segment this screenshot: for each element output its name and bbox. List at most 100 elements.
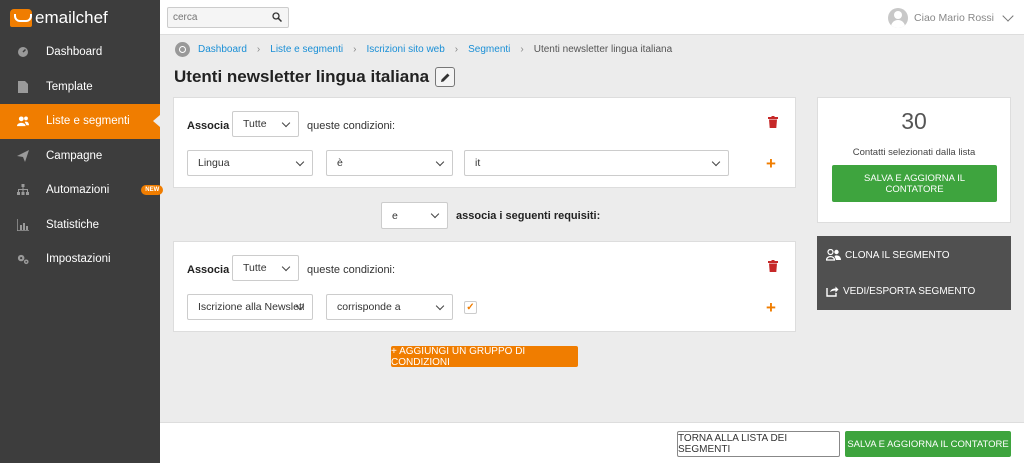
home-icon[interactable]	[175, 41, 190, 57]
value-checkbox[interactable]: ✓	[464, 301, 477, 314]
save-update-counter-label-2: CONTATORE	[885, 183, 944, 195]
connector-select[interactable]: e	[381, 202, 448, 229]
user-menu[interactable]: Ciao Mario Rossi	[888, 7, 1014, 28]
sidebar-item-dashboard[interactable]: Dashboard	[0, 35, 160, 70]
operator-select-value: corrisponde a	[337, 301, 401, 313]
associa-label: Associa	[187, 120, 230, 132]
associa-row: Associa	[187, 120, 229, 132]
sidebar-item-label: Campagne	[46, 149, 103, 162]
sidebar: emailchef Dashboard Template Liste e seg…	[0, 0, 164, 463]
conditions-label: queste condizioni:	[307, 120, 396, 132]
breadcrumb-separator-icon: ›	[353, 43, 357, 55]
pencil-icon	[440, 73, 450, 82]
users-icon	[17, 115, 29, 127]
breadcrumb-liste-e-segmenti[interactable]: Liste e segmenti	[270, 44, 343, 55]
sidebar-item-statistiche[interactable]: Statistiche	[0, 208, 160, 243]
condition-group-1: Associa Tutte queste condizioni: Lingua …	[173, 97, 796, 188]
document-icon	[17, 80, 29, 93]
logo[interactable]: emailchef	[0, 0, 160, 35]
field-select[interactable]: Iscrizione alla Newslette	[187, 294, 313, 320]
sidebar-item-template[interactable]: Template	[0, 70, 160, 105]
match-select-value: Tutte	[243, 262, 267, 274]
save-update-counter-button[interactable]: SALVA E AGGIORNA IL CONTATORE	[832, 165, 997, 202]
value-select[interactable]: it	[464, 150, 729, 176]
contacts-counter-card: 30 Contatti selezionati dalla lista SALV…	[817, 97, 1011, 223]
new-badge: NEW	[141, 185, 164, 196]
sidebar-item-label: Impostazioni	[46, 253, 111, 266]
gears-icon	[17, 253, 29, 265]
bar-chart-icon	[17, 218, 29, 231]
breadcrumb-dashboard[interactable]: Dashboard	[198, 44, 247, 55]
footer-bar: TORNA ALLA LISTA DEI SEGMENTI SALVA E AG…	[160, 422, 1024, 463]
condition-group-2: Associa Tutte queste condizioni: Iscrizi…	[173, 241, 796, 332]
clone-segment-button[interactable]: CLONA IL SEGMENTO	[826, 249, 949, 261]
chevron-down-icon	[435, 301, 445, 311]
breadcrumb-segmenti[interactable]: Segmenti	[468, 44, 510, 55]
sidebar-item-liste-e-segmenti[interactable]: Liste e segmenti	[0, 104, 160, 139]
search-icon[interactable]	[272, 12, 282, 22]
back-to-segments-button[interactable]: TORNA ALLA LISTA DEI SEGMENTI	[677, 431, 840, 457]
sidebar-item-impostazioni[interactable]: Impostazioni	[0, 242, 160, 277]
breadcrumb-separator-icon: ›	[454, 43, 459, 55]
view-export-segment-label: VEDI/ESPORTA SEGMENTO	[843, 285, 976, 297]
top-bar: Ciao Mario Rossi	[160, 0, 1024, 35]
operator-select-value: è	[337, 157, 343, 169]
sidebar-item-automazioni[interactable]: Automazioni NEW	[0, 173, 164, 208]
sidebar-item-label: Liste e segmenti	[46, 115, 130, 128]
clone-users-icon	[826, 249, 841, 261]
match-select[interactable]: Tutte	[232, 255, 299, 281]
footer-save-update-counter-label: SALVA E AGGIORNA IL CONTATORE	[847, 438, 1009, 450]
field-select[interactable]: Lingua	[187, 150, 313, 176]
breadcrumb-separator-icon: ›	[520, 43, 524, 55]
segment-actions-card: CLONA IL SEGMENTO VEDI/ESPORTA SEGMENTO	[817, 236, 1011, 310]
chevron-down-icon	[281, 118, 291, 128]
trash-icon[interactable]	[768, 260, 778, 272]
operator-select[interactable]: corrisponde a	[326, 294, 453, 320]
paper-plane-icon	[17, 149, 29, 162]
match-select-value: Tutte	[243, 118, 267, 130]
search-input[interactable]	[168, 8, 263, 27]
chef-hat-logo-icon	[10, 8, 32, 27]
logo-text: emailchef	[35, 7, 108, 27]
trash-icon[interactable]	[768, 116, 778, 128]
sidebar-item-campagne[interactable]: Campagne	[0, 139, 160, 174]
save-update-counter-label-1: SALVA E AGGIORNA IL	[863, 172, 966, 184]
dashboard-icon	[17, 46, 29, 58]
edit-title-button[interactable]	[435, 67, 456, 87]
footer-save-update-counter-button[interactable]: SALVA E AGGIORNA IL CONTATORE	[845, 431, 1011, 457]
sitemap-icon	[17, 184, 29, 196]
user-greeting: Ciao Mario Rossi	[914, 11, 994, 24]
chevron-down-icon	[1002, 9, 1014, 22]
value-select-value: it	[475, 157, 481, 169]
contacts-count-label: Contatti selezionati dalla lista	[852, 147, 976, 158]
sidebar-item-label: Statistiche	[46, 218, 100, 231]
sidebar-item-label: Automazioni	[46, 184, 110, 197]
match-select[interactable]: Tutte	[232, 111, 299, 137]
contacts-count: 30	[901, 108, 927, 134]
connector-select-value: e	[392, 209, 398, 222]
breadcrumb-current: Utenti newsletter lingua italiana	[533, 43, 673, 55]
operator-select[interactable]: è	[326, 150, 453, 176]
page-title-row: Utenti newsletter lingua italiana	[174, 67, 456, 87]
breadcrumb: Dashboard › Liste e segmenti › Iscrizion…	[175, 40, 672, 58]
back-to-segments-label: TORNA ALLA LISTA DEI SEGMENTI	[678, 433, 788, 455]
conditions-label: queste condizioni:	[307, 264, 396, 276]
chevron-down-icon	[295, 157, 305, 167]
connector-label: associa i seguenti requisiti:	[456, 210, 601, 222]
avatar	[888, 7, 909, 28]
add-condition-group-label: + AGGIUNGI UN GRUPPO DI CONDIZIONI	[391, 345, 526, 368]
breadcrumb-iscrizioni-sito-web[interactable]: Iscrizioni sito web	[366, 44, 444, 55]
view-export-segment-button[interactable]: VEDI/ESPORTA SEGMENTO	[826, 285, 975, 297]
add-condition-plus-icon[interactable]: +	[766, 155, 776, 172]
chevron-down-icon	[430, 209, 440, 219]
associa-label: Associa	[187, 264, 230, 276]
page-title: Utenti newsletter lingua italiana	[174, 67, 430, 86]
sidebar-item-label: Dashboard	[46, 46, 103, 59]
add-condition-group-button[interactable]: + AGGIUNGI UN GRUPPO DI CONDIZIONI	[391, 345, 578, 368]
add-condition-plus-icon[interactable]: +	[766, 299, 776, 316]
breadcrumb-separator-icon: ›	[256, 43, 261, 55]
clone-segment-label: CLONA IL SEGMENTO	[845, 249, 950, 261]
sidebar-item-label: Template	[46, 80, 93, 93]
field-select-value: Iscrizione alla Newslette	[198, 301, 304, 313]
export-icon	[826, 286, 839, 297]
